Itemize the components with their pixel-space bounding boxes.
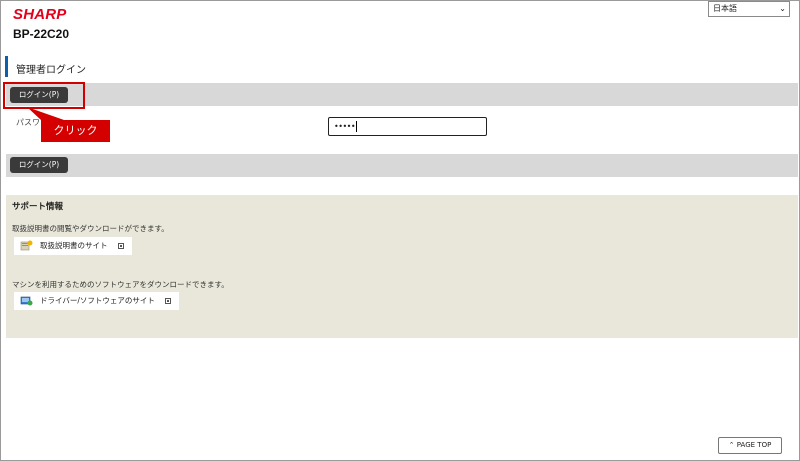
driver-description: マシンを利用するためのソフトウェアをダウンロードできます。 — [12, 280, 229, 289]
text-caret — [356, 121, 358, 132]
model-name: BP-22C20 — [13, 27, 70, 41]
manual-book-icon — [20, 240, 33, 251]
driver-site-link[interactable]: ドライバー/ソフトウェアのサイト — [14, 292, 179, 310]
login-button-bottom[interactable]: ログイン(P) — [10, 157, 68, 173]
chevron-up-icon: ⌃ — [728, 441, 735, 449]
sharp-logo: SHARP — [13, 6, 67, 23]
support-title: サポート情報 — [12, 202, 64, 212]
title-accent-bar — [5, 56, 8, 77]
manual-description: 取扱説明書の閲覧やダウンロードができます。 — [12, 224, 169, 233]
external-link-icon — [117, 243, 124, 249]
external-link-icon — [164, 298, 171, 304]
language-value: 日本語 — [713, 4, 737, 13]
chevron-down-icon: ⌄ — [779, 4, 786, 13]
support-panel — [6, 195, 798, 338]
page-top-label: PAGE TOP — [736, 441, 772, 449]
click-callout: クリック — [41, 120, 110, 142]
language-select[interactable]: 日本語 ⌄ — [708, 1, 790, 17]
page-top-button[interactable]: ⌃ PAGE TOP — [718, 437, 782, 454]
driver-download-icon — [20, 296, 33, 306]
page-title: 管理者ログイン — [16, 65, 86, 76]
top-button-bar — [6, 83, 798, 106]
driver-link-label: ドライバー/ソフトウェアのサイト — [40, 296, 155, 305]
manual-link-label: 取扱説明書のサイト — [40, 241, 108, 250]
manual-site-link[interactable]: 取扱説明書のサイト — [14, 237, 132, 255]
password-value: ••••• — [334, 122, 356, 131]
password-input[interactable]: ••••• — [328, 117, 487, 136]
bottom-button-bar — [6, 154, 798, 177]
